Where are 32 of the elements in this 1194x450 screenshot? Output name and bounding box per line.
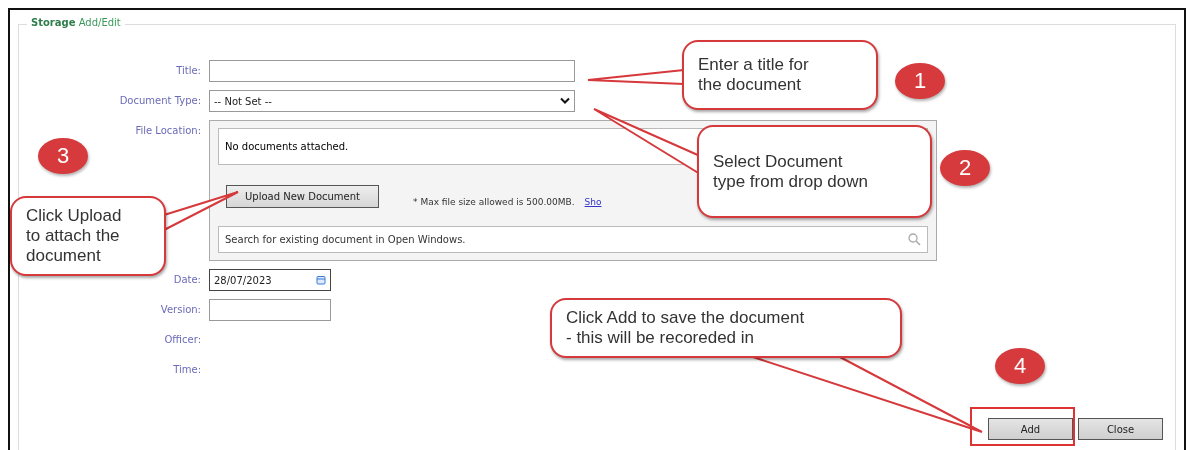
section-legend: Storage Add/Edit (27, 17, 125, 28)
field-label: Document Type: (118, 94, 201, 108)
callout-text: Click Add to save the document (566, 308, 806, 328)
date-field[interactable]: 28/07/2023 (209, 269, 331, 291)
step-badge: 4 (995, 348, 1045, 384)
callout-text: the document (698, 75, 802, 95)
field-label: File Location: (134, 124, 201, 138)
file-size-note: * Max file size allowed is 500.00MB. (413, 196, 575, 207)
callout-text: document (26, 246, 102, 266)
field-label: Time: (172, 363, 201, 377)
field-label: Date: (172, 273, 201, 287)
callout-text: Click Upload (26, 206, 123, 226)
callout-text: type from drop down (713, 171, 869, 192)
step-badge: 3 (38, 138, 88, 174)
field-label: Version: (159, 303, 201, 317)
text-field[interactable] (209, 299, 331, 321)
step-badge: 1 (895, 63, 945, 99)
callout-text: Enter a title for (698, 55, 810, 75)
step-badge: 2 (940, 150, 990, 186)
chevron-down-icon (560, 97, 570, 105)
callout-text: - this will be recoreded in (566, 328, 756, 348)
upload-button[interactable]: Upload New Document (226, 185, 379, 208)
field-label: Title: (175, 64, 201, 78)
dialog-button[interactable]: Add (988, 418, 1073, 440)
dialog-button[interactable]: Close (1078, 418, 1163, 440)
callout-text: to attach the (26, 226, 121, 246)
document-type-dropdown[interactable]: -- Not Set -- (209, 90, 575, 112)
field-label: Officer: (163, 333, 201, 347)
calendar-icon[interactable] (316, 275, 326, 285)
text-field[interactable] (209, 60, 575, 82)
search-icon (908, 233, 921, 246)
link[interactable]: Sho (584, 196, 602, 207)
